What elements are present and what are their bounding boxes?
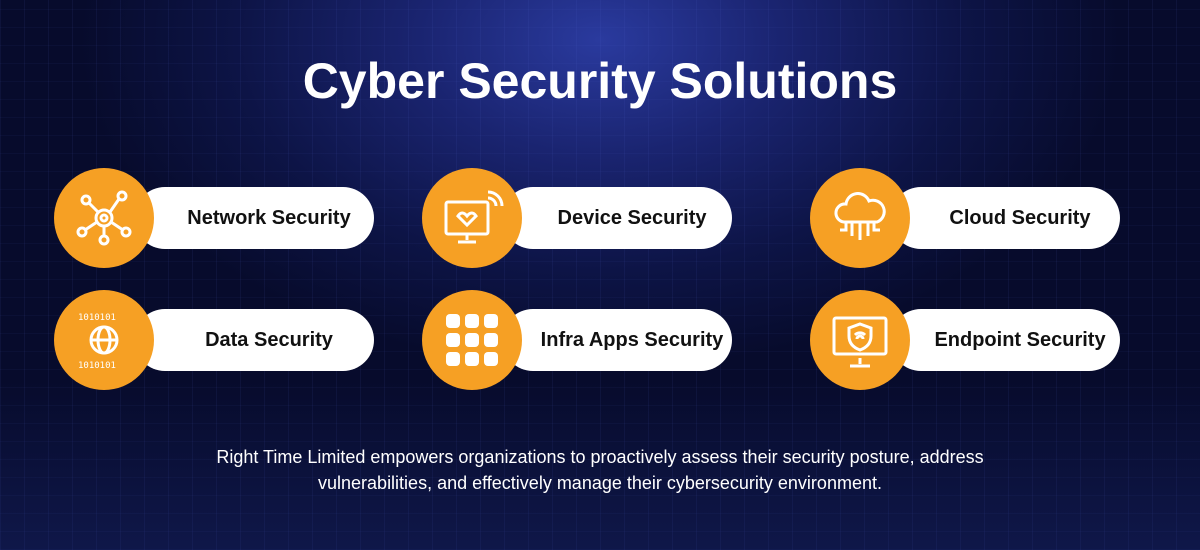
solution-label: Endpoint Security: [934, 328, 1106, 351]
solution-label: Cloud Security: [949, 206, 1091, 229]
solution-label: Network Security: [187, 206, 351, 229]
solution-device-security[interactable]: Device Security: [422, 168, 732, 268]
solution-label: Device Security: [557, 206, 707, 229]
shield-wifi-monitor-icon: [810, 290, 910, 390]
svg-text:1010101: 1010101: [78, 313, 116, 323]
description: Right Time Limited empowers organization…: [0, 444, 1200, 496]
description-line-1: Right Time Limited empowers organization…: [216, 447, 984, 467]
description-line-2: vulnerabilities, and effectively manage …: [318, 473, 882, 493]
solution-cloud-security[interactable]: Cloud Security: [810, 168, 1120, 268]
solution-data-security[interactable]: Data Security 1010101 1010101: [54, 290, 374, 390]
solution-infra-apps-security[interactable]: Infra Apps Security: [422, 290, 732, 390]
app-grid-icon: [422, 290, 522, 390]
solution-label: Data Security: [205, 328, 333, 351]
solution-label: Infra Apps Security: [540, 328, 724, 351]
network-icon: [54, 168, 154, 268]
monitor-heart-wifi-icon: [422, 168, 522, 268]
svg-text:1010101: 1010101: [78, 361, 116, 371]
solution-network-security[interactable]: Network Security: [54, 168, 374, 268]
binary-globe-icon: 1010101 1010101: [54, 290, 154, 390]
page-title: Cyber Security Solutions: [302, 53, 898, 109]
cloud-circuit-icon: [810, 168, 910, 268]
solution-endpoint-security[interactable]: Endpoint Security: [810, 290, 1120, 390]
